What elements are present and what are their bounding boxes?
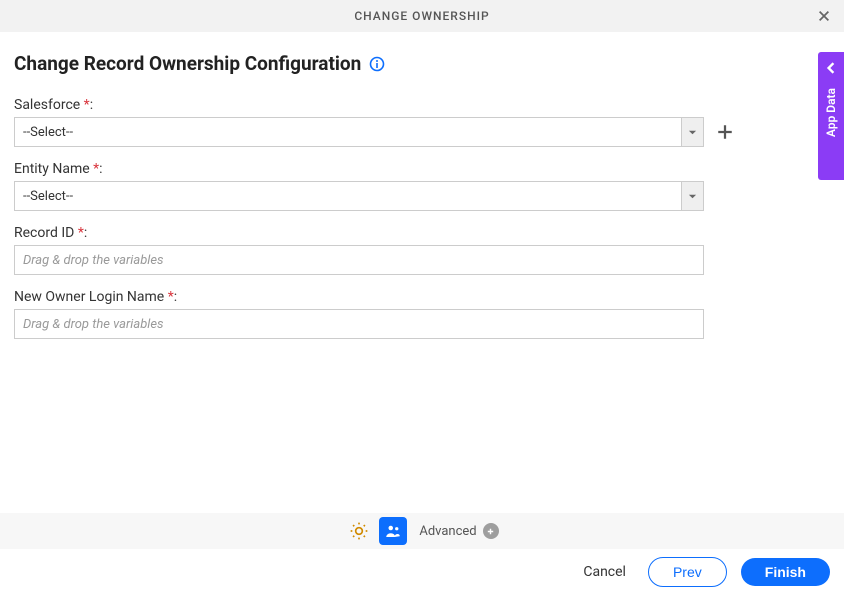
field-salesforce: Salesforce *: --Select-- [14, 97, 830, 147]
entity-name-select[interactable]: --Select-- [14, 181, 704, 211]
prev-button[interactable]: Prev [648, 557, 727, 587]
required-asterisk: * [90, 161, 100, 177]
label-new-owner: New Owner Login Name *: [14, 289, 830, 305]
bottom-toolbar: Advanced [0, 513, 844, 549]
page-title-row: Change Record Ownership Configuration [14, 52, 830, 75]
info-icon[interactable] [369, 56, 385, 72]
page-title: Change Record Ownership Configuration [14, 52, 361, 75]
footer: Cancel Prev Finish [0, 549, 844, 595]
cancel-button[interactable]: Cancel [575, 558, 634, 586]
new-owner-input[interactable] [14, 309, 704, 339]
chevron-down-icon[interactable] [681, 182, 703, 210]
label-salesforce-text: Salesforce [14, 97, 80, 113]
field-record-id: Record ID *: [14, 225, 830, 275]
label-entity-name-text: Entity Name [14, 161, 90, 177]
close-icon[interactable] [814, 6, 834, 26]
gear-icon[interactable] [345, 517, 373, 545]
field-new-owner: New Owner Login Name *: [14, 289, 830, 339]
app-data-side-tab[interactable]: App Data [818, 52, 844, 180]
colon: : [84, 225, 87, 241]
colon: : [174, 289, 177, 305]
chevron-left-icon [825, 62, 837, 74]
field-entity-name: Entity Name *: --Select-- [14, 161, 830, 211]
required-asterisk: * [80, 97, 90, 113]
advanced-label: Advanced [419, 524, 476, 539]
record-id-input[interactable] [14, 245, 704, 275]
users-icon[interactable] [379, 517, 407, 545]
label-record-id-text: Record ID [14, 225, 74, 241]
colon: : [90, 97, 93, 113]
salesforce-selected-value: --Select-- [15, 118, 681, 146]
window-header: CHANGE OWNERSHIP [0, 0, 844, 32]
entity-name-selected-value: --Select-- [15, 182, 681, 210]
entity-name-select-row: --Select-- [14, 181, 830, 211]
required-asterisk: * [164, 289, 174, 305]
app-data-label: App Data [824, 88, 838, 137]
window-title: CHANGE OWNERSHIP [354, 9, 489, 23]
salesforce-select[interactable]: --Select-- [14, 117, 704, 147]
finish-button[interactable]: Finish [741, 558, 830, 586]
label-record-id: Record ID *: [14, 225, 830, 241]
required-asterisk: * [74, 225, 84, 241]
label-new-owner-text: New Owner Login Name [14, 289, 164, 305]
label-salesforce: Salesforce *: [14, 97, 830, 113]
add-salesforce-button[interactable] [714, 121, 736, 143]
label-entity-name: Entity Name *: [14, 161, 830, 177]
content-area: Change Record Ownership Configuration Sa… [0, 32, 844, 339]
plus-circle-icon [483, 523, 499, 539]
colon: : [99, 161, 102, 177]
advanced-toggle[interactable]: Advanced [419, 523, 498, 539]
chevron-down-icon[interactable] [681, 118, 703, 146]
salesforce-select-row: --Select-- [14, 117, 830, 147]
